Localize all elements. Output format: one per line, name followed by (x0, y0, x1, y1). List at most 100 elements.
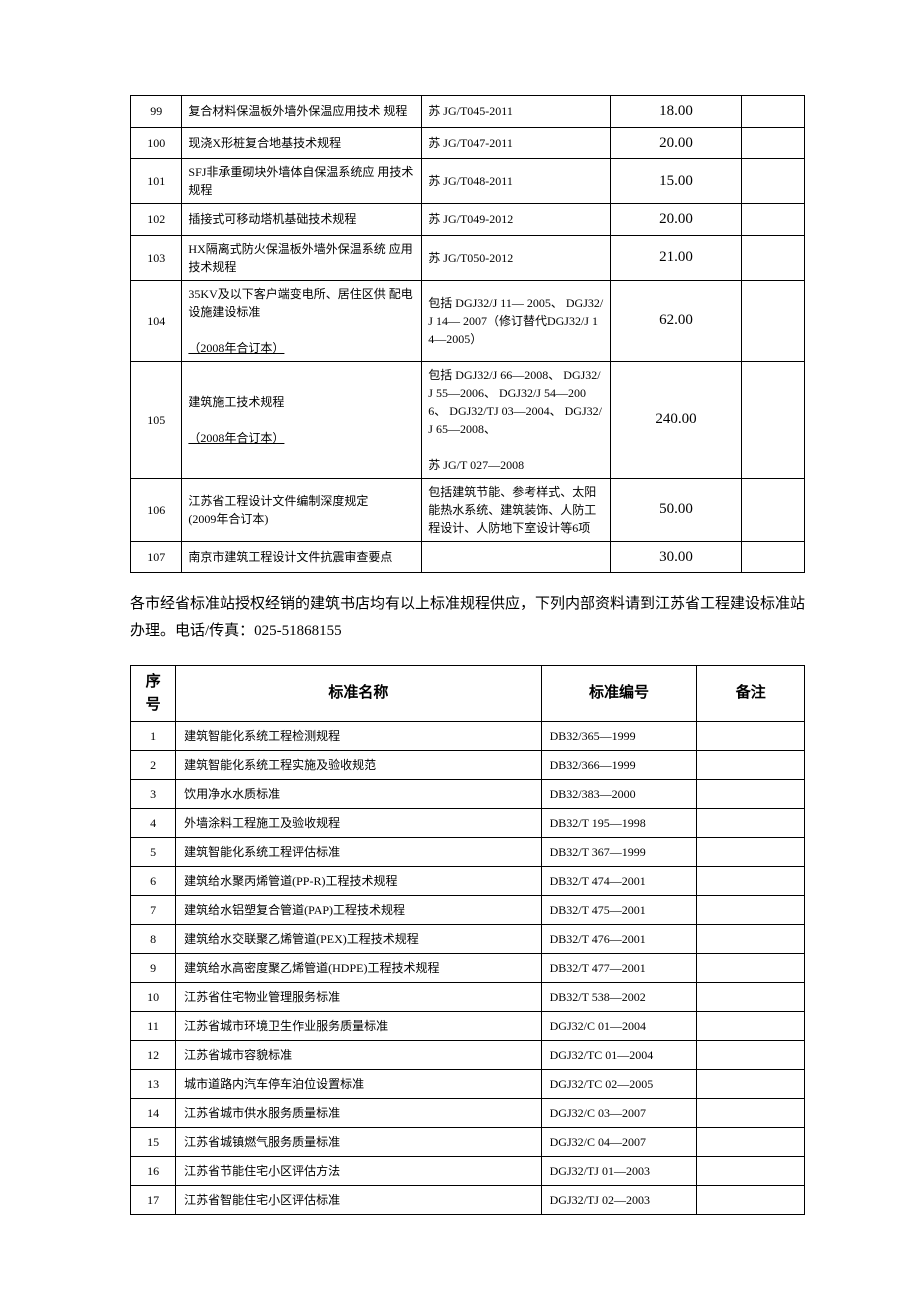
cell-price: 240.00 (610, 361, 741, 478)
table-header-row: 序号 标准名称 标准编号 备注 (131, 666, 805, 722)
table-row: 3饮用净水水质标准DB32/383—2000 (131, 780, 805, 809)
cell-note (697, 1012, 805, 1041)
cell-name: 插接式可移动塔机基础技术规程 (182, 204, 422, 236)
cell-note (697, 1128, 805, 1157)
cell-code: DGJ32/C 03—2007 (541, 1099, 697, 1128)
table-row: 1建筑智能化系统工程检测规程DB32/365—1999 (131, 722, 805, 751)
cell-note (697, 1186, 805, 1215)
table-row: 106江苏省工程设计文件编制深度规定(2009年合订本)包括建筑节能、参考样式、… (131, 478, 805, 541)
cell-name: 江苏省城市供水服务质量标准 (176, 1099, 541, 1128)
table-row: 5建筑智能化系统工程评估标准DB32/T 367—1999 (131, 838, 805, 867)
table-row: 17江苏省智能住宅小区评估标准DGJ32/TJ 02—2003 (131, 1186, 805, 1215)
cell-name: 南京市建筑工程设计文件抗震审查要点 (182, 541, 422, 573)
cell-name: 江苏省节能住宅小区评估方法 (176, 1157, 541, 1186)
cell-code: DGJ32/C 04—2007 (541, 1128, 697, 1157)
cell-price: 15.00 (610, 159, 741, 204)
cell-name: 建筑智能化系统工程检测规程 (176, 722, 541, 751)
table-row: 7建筑给水铝塑复合管道(PAP)工程技术规程DB32/T 475—2001 (131, 896, 805, 925)
table-row: 105建筑施工技术规程（2008年合订本）包括 DGJ32/J 66—2008、… (131, 361, 805, 478)
cell-note (697, 867, 805, 896)
cell-name: 江苏省城镇燃气服务质量标准 (176, 1128, 541, 1157)
table-row: 15江苏省城镇燃气服务质量标准DGJ32/C 04—2007 (131, 1128, 805, 1157)
cell-seq: 7 (131, 896, 176, 925)
standards-table-1: 99复合材料保温板外墙外保温应用技术 规程苏 JG/T045-201118.00… (130, 95, 805, 573)
cell-price: 50.00 (610, 478, 741, 541)
cell-name: 建筑给水聚丙烯管道(PP-R)工程技术规程 (176, 867, 541, 896)
table-row: 9建筑给水高密度聚乙烯管道(HDPE)工程技术规程DB32/T 477—2001 (131, 954, 805, 983)
standards-table-2: 序号 标准名称 标准编号 备注 1建筑智能化系统工程检测规程DB32/365—1… (130, 665, 805, 1215)
col-note: 备注 (697, 666, 805, 722)
cell-seq: 107 (131, 541, 182, 573)
cell-seq: 100 (131, 127, 182, 159)
cell-seq: 15 (131, 1128, 176, 1157)
cell-note (742, 96, 805, 128)
cell-seq: 10 (131, 983, 176, 1012)
cell-code: DB32/T 474—2001 (541, 867, 697, 896)
cell-code: DB32/365—1999 (541, 722, 697, 751)
cell-seq: 6 (131, 867, 176, 896)
cell-note (742, 478, 805, 541)
cell-name: 江苏省住宅物业管理服务标准 (176, 983, 541, 1012)
cell-note (742, 127, 805, 159)
cell-seq: 17 (131, 1186, 176, 1215)
cell-price: 21.00 (610, 235, 741, 280)
table-row: 4外墙涂料工程施工及验收规程DB32/T 195—1998 (131, 809, 805, 838)
table-row: 101SFJ非承重砌块外墙体自保温系统应 用技术规程苏 JG/T048-2011… (131, 159, 805, 204)
cell-note (697, 954, 805, 983)
cell-code (422, 541, 610, 573)
cell-name: 建筑智能化系统工程评估标准 (176, 838, 541, 867)
cell-name: HX隔离式防火保温板外墙外保温系统 应用技术规程 (182, 235, 422, 280)
cell-seq: 13 (131, 1070, 176, 1099)
cell-name: 建筑施工技术规程（2008年合订本） (182, 361, 422, 478)
cell-seq: 4 (131, 809, 176, 838)
cell-code: DB32/T 476—2001 (541, 925, 697, 954)
cell-note (697, 1041, 805, 1070)
cell-code: DB32/T 195—1998 (541, 809, 697, 838)
cell-code: DB32/T 538—2002 (541, 983, 697, 1012)
cell-note (697, 1099, 805, 1128)
cell-note (697, 838, 805, 867)
cell-note (742, 235, 805, 280)
col-code: 标准编号 (541, 666, 697, 722)
table-row: 2建筑智能化系统工程实施及验收规范DB32/366—1999 (131, 751, 805, 780)
cell-seq: 3 (131, 780, 176, 809)
cell-note (742, 361, 805, 478)
cell-price: 62.00 (610, 280, 741, 361)
cell-seq: 102 (131, 204, 182, 236)
cell-seq: 8 (131, 925, 176, 954)
cell-note (697, 1070, 805, 1099)
cell-seq: 101 (131, 159, 182, 204)
cell-name: 外墙涂料工程施工及验收规程 (176, 809, 541, 838)
cell-seq: 9 (131, 954, 176, 983)
cell-note (742, 204, 805, 236)
body-text: 各市经省标准站授权经销的建筑书店均有以上标准规程供应，下列内部资料请到江苏省工程… (130, 591, 805, 645)
cell-seq: 104 (131, 280, 182, 361)
col-name: 标准名称 (176, 666, 541, 722)
cell-seq: 5 (131, 838, 176, 867)
cell-seq: 1 (131, 722, 176, 751)
cell-name: 江苏省城市容貌标准 (176, 1041, 541, 1070)
table-row: 10435KV及以下客户端变电所、居住区供 配电设施建设标准（2008年合订本）… (131, 280, 805, 361)
cell-name: 城市道路内汽车停车泊位设置标准 (176, 1070, 541, 1099)
cell-seq: 14 (131, 1099, 176, 1128)
cell-code: 苏 JG/T049-2012 (422, 204, 610, 236)
table-row: 103HX隔离式防火保温板外墙外保温系统 应用技术规程苏 JG/T050-201… (131, 235, 805, 280)
cell-code: 苏 JG/T047-2011 (422, 127, 610, 159)
cell-note (742, 280, 805, 361)
cell-code: DB32/366—1999 (541, 751, 697, 780)
table-row: 102插接式可移动塔机基础技术规程苏 JG/T049-201220.00 (131, 204, 805, 236)
cell-code: DGJ32/TJ 01—2003 (541, 1157, 697, 1186)
cell-code: DB32/383—2000 (541, 780, 697, 809)
cell-price: 18.00 (610, 96, 741, 128)
cell-note (697, 751, 805, 780)
table-row: 11江苏省城市环境卫生作业服务质量标准DGJ32/C 01—2004 (131, 1012, 805, 1041)
table-row: 10江苏省住宅物业管理服务标准DB32/T 538—2002 (131, 983, 805, 1012)
cell-code: DB32/T 475—2001 (541, 896, 697, 925)
cell-seq: 16 (131, 1157, 176, 1186)
cell-seq: 99 (131, 96, 182, 128)
cell-note (742, 541, 805, 573)
cell-seq: 105 (131, 361, 182, 478)
cell-note (697, 925, 805, 954)
cell-name: 建筑给水铝塑复合管道(PAP)工程技术规程 (176, 896, 541, 925)
cell-name: 建筑智能化系统工程实施及验收规范 (176, 751, 541, 780)
